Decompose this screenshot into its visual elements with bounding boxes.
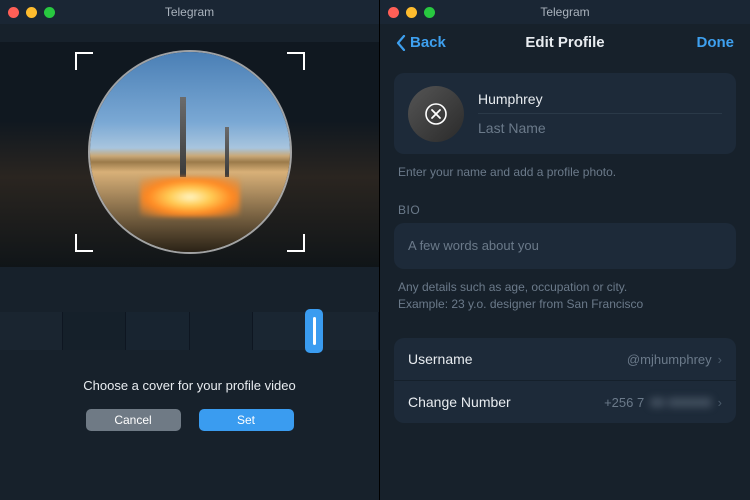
last-name-field[interactable]	[478, 114, 722, 142]
cover-instruction: Choose a cover for your profile video	[0, 378, 379, 393]
filmstrip-scrubber[interactable]	[305, 309, 323, 353]
chevron-right-icon: ›	[718, 352, 722, 367]
bio-hint: Any details such as age, occupation or c…	[398, 279, 732, 313]
first-name-field[interactable]	[478, 85, 722, 114]
close-x-icon	[424, 102, 448, 126]
cancel-button[interactable]: Cancel	[86, 409, 181, 431]
maximize-window-icon[interactable]	[424, 7, 435, 18]
name-fields	[478, 85, 722, 142]
titlebar: Telegram	[0, 0, 379, 24]
minimize-window-icon[interactable]	[406, 7, 417, 18]
filmstrip-thumb[interactable]	[190, 312, 253, 350]
crop-frame[interactable]	[75, 52, 305, 252]
bio-field[interactable]	[408, 238, 722, 253]
crop-corner-br[interactable]	[287, 234, 305, 252]
filmstrip-thumb[interactable]	[126, 312, 189, 350]
window-controls	[388, 7, 435, 18]
row-value: @mjhumphrey ›	[627, 352, 722, 367]
number-redacted: 00 000000	[650, 395, 711, 410]
profile-name-card	[394, 73, 736, 154]
back-label: Back	[410, 34, 446, 51]
window-title: Telegram	[0, 5, 379, 19]
change-number-row[interactable]: Change Number +256 7 00 000000 ›	[394, 380, 736, 423]
filmstrip-thumb[interactable]	[63, 312, 126, 350]
minimize-window-icon[interactable]	[26, 7, 37, 18]
row-label: Change Number	[408, 394, 511, 410]
avatar[interactable]	[408, 86, 464, 142]
button-row: Cancel Set	[0, 409, 379, 431]
bio-card	[394, 223, 736, 269]
chevron-right-icon: ›	[718, 395, 722, 410]
edit-profile-window: Telegram Back Edit Profile Done Enter yo…	[380, 0, 750, 500]
content-scroll: Enter your name and add a profile photo.…	[380, 59, 750, 500]
crop-corner-bl[interactable]	[75, 234, 93, 252]
video-filmstrip[interactable]	[0, 312, 379, 350]
crop-corner-tl[interactable]	[75, 52, 93, 70]
window-controls	[8, 7, 55, 18]
navbar: Back Edit Profile Done	[380, 24, 750, 59]
bio-section-label: BIO	[398, 203, 732, 217]
maximize-window-icon[interactable]	[44, 7, 55, 18]
filmstrip-thumb[interactable]	[316, 312, 379, 350]
close-window-icon[interactable]	[8, 7, 19, 18]
number-prefix: +256 7	[604, 395, 644, 410]
cover-picker-window: Telegram Choose a cover for your profile…	[0, 0, 380, 500]
back-button[interactable]: Back	[396, 34, 446, 51]
video-crop-area[interactable]	[0, 42, 379, 267]
crop-corner-tr[interactable]	[287, 52, 305, 70]
filmstrip-thumb[interactable]	[0, 312, 63, 350]
set-button[interactable]: Set	[199, 409, 294, 431]
username-row[interactable]: Username @mjhumphrey ›	[394, 338, 736, 380]
settings-list: Username @mjhumphrey › Change Number +25…	[394, 338, 736, 423]
row-label: Username	[408, 351, 473, 367]
done-button[interactable]: Done	[697, 34, 735, 51]
chevron-left-icon	[396, 35, 406, 51]
name-hint: Enter your name and add a profile photo.	[398, 164, 732, 181]
username-value: @mjhumphrey	[627, 352, 712, 367]
titlebar: Telegram	[380, 0, 750, 24]
window-title: Telegram	[380, 5, 750, 19]
close-window-icon[interactable]	[388, 7, 399, 18]
row-value: +256 7 00 000000 ›	[604, 395, 722, 410]
